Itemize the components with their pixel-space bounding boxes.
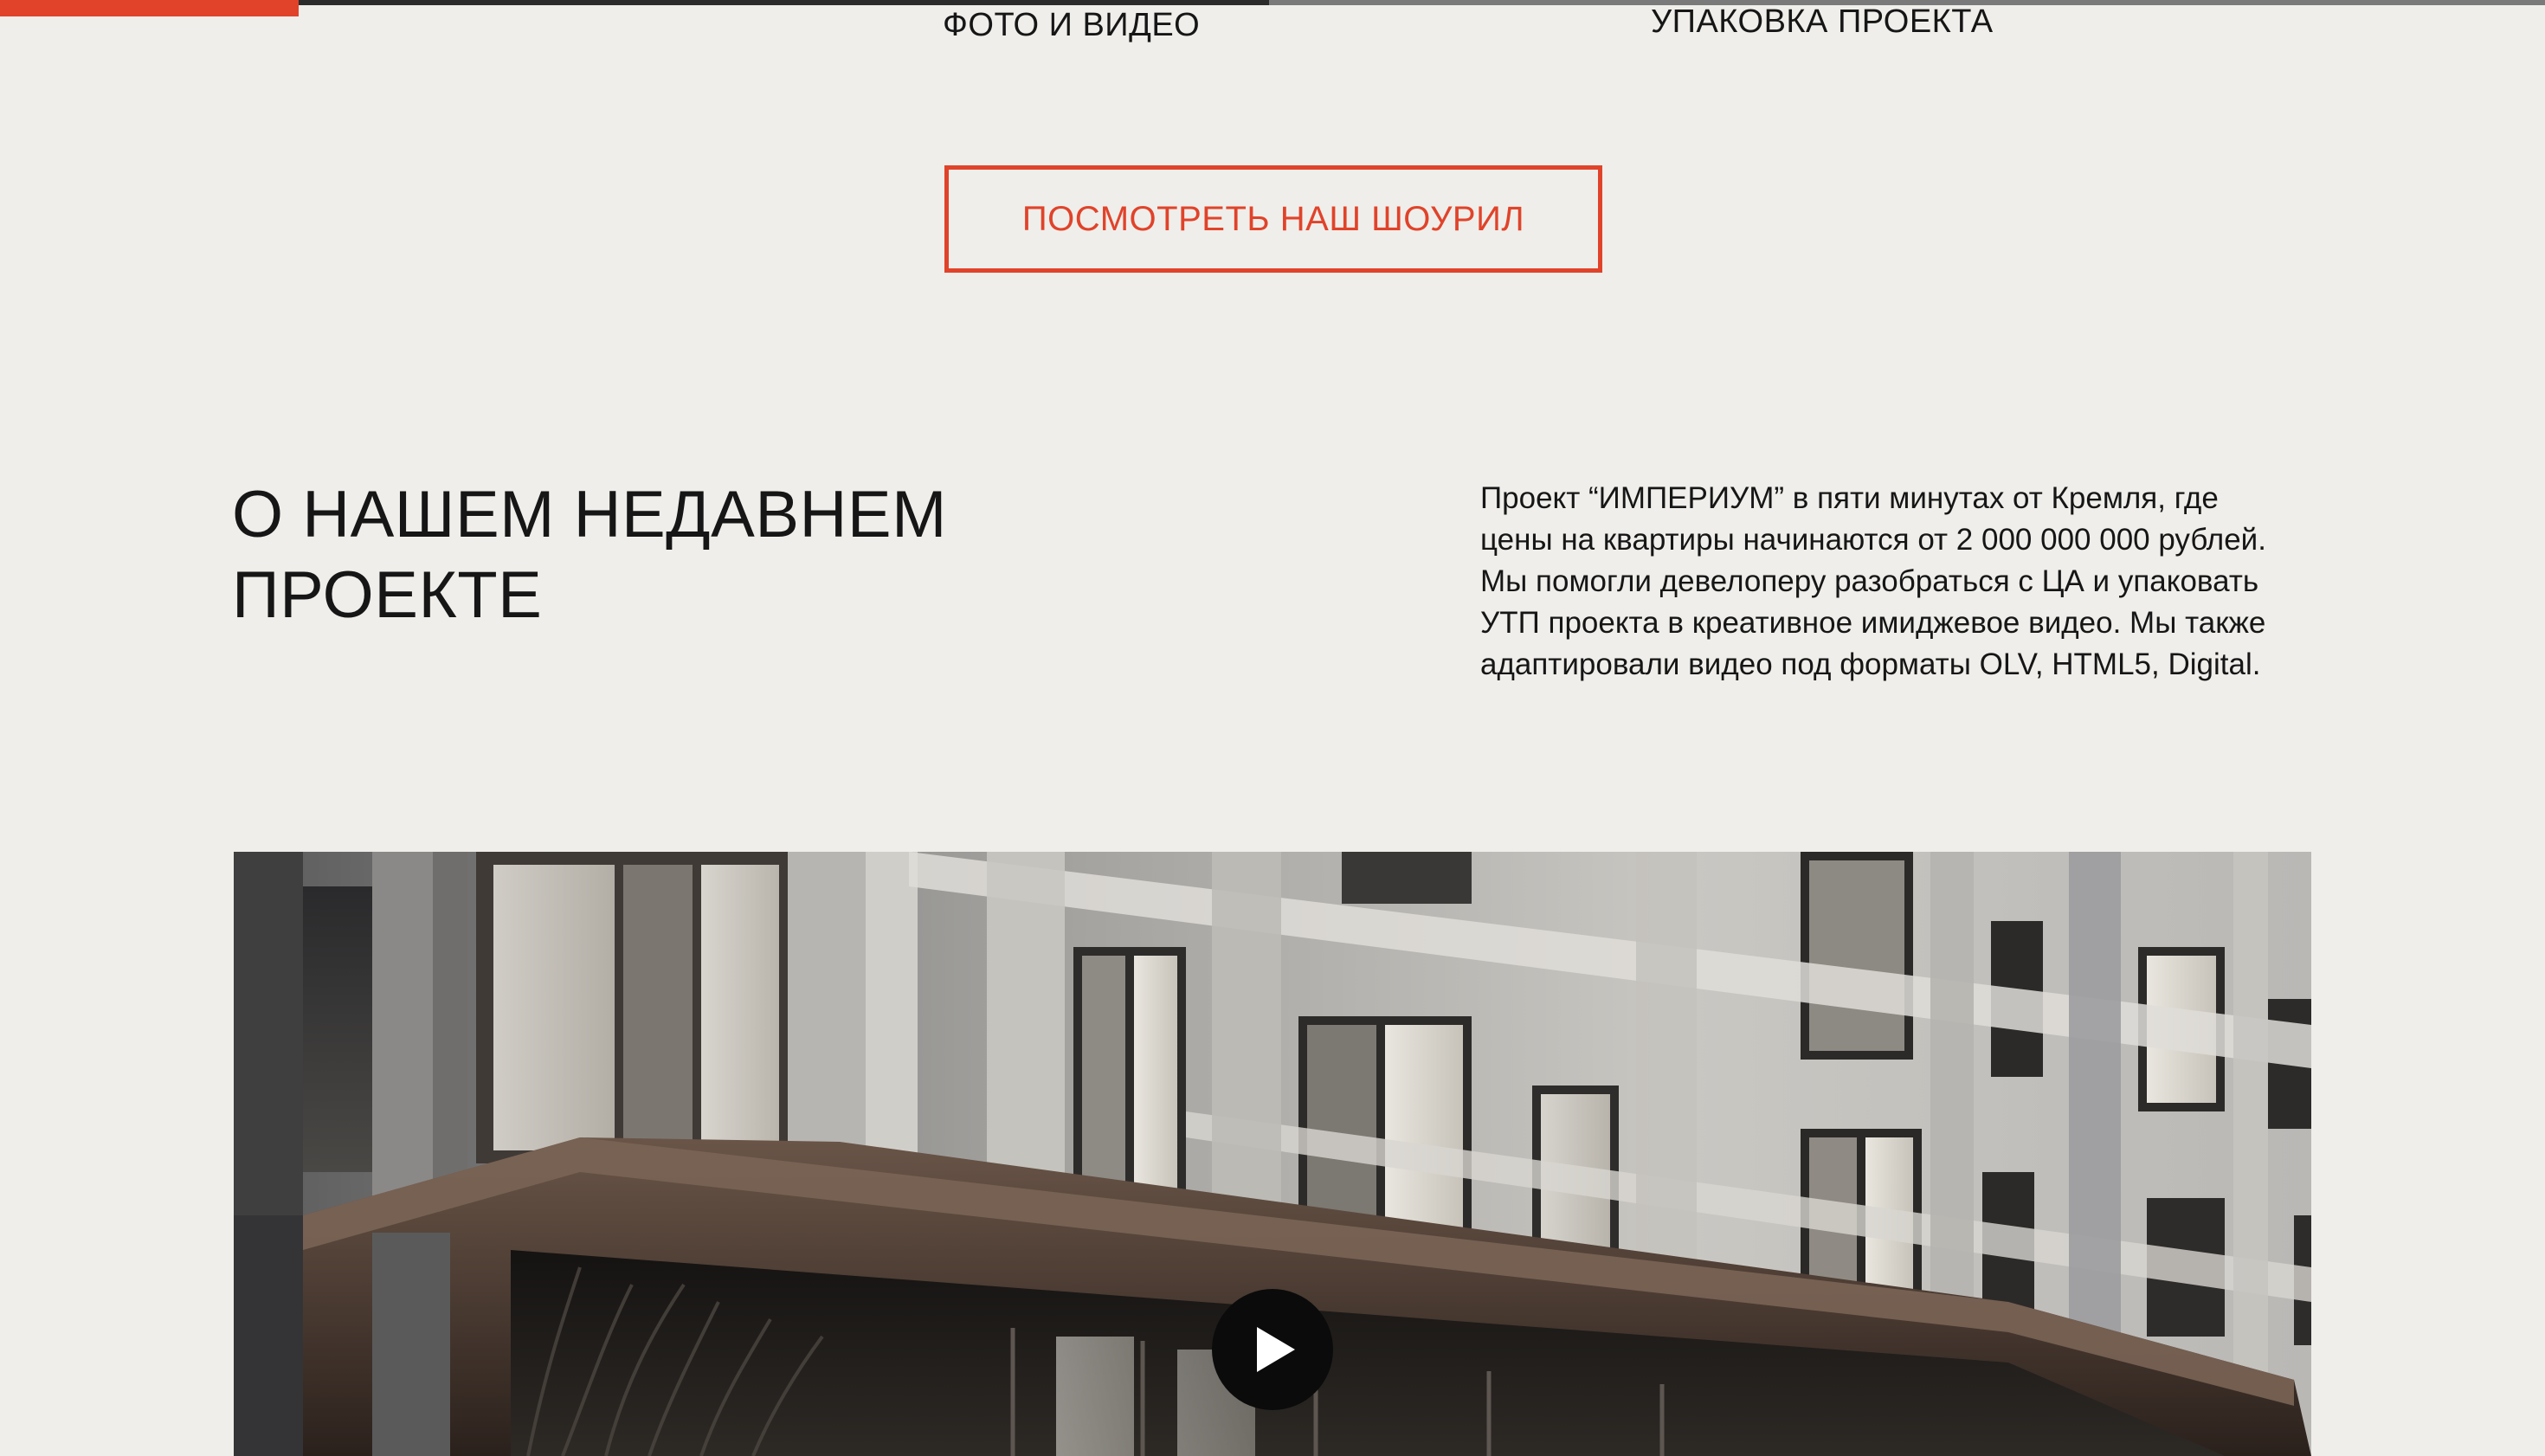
tab-photo-video[interactable]: ФОТО И ВИДЕО (943, 7, 1200, 44)
showreel-button[interactable]: ПОСМОТРЕТЬ НАШ ШОУРИЛ (944, 165, 1602, 273)
tab-project-packaging[interactable]: УПАКОВКА ПРОЕКТА (1651, 3, 1994, 41)
play-icon (1257, 1327, 1295, 1372)
showreel-button-label: ПОСМОТРЕТЬ НАШ ШОУРИЛ (1021, 199, 1525, 238)
section-title-line-1: О НАШЕМ НЕДАВНЕМ (232, 478, 947, 551)
section-title: О НАШЕМ НЕДАВНЕМ ПРОЕКТЕ (232, 474, 1184, 635)
progress-indicator (0, 0, 299, 16)
section-title-line-2: ПРОЕКТЕ (232, 558, 543, 632)
project-description: Проект “ИМПЕРИУМ” в пяти минутах от Крем… (1480, 481, 2266, 681)
play-button[interactable] (1212, 1289, 1333, 1410)
